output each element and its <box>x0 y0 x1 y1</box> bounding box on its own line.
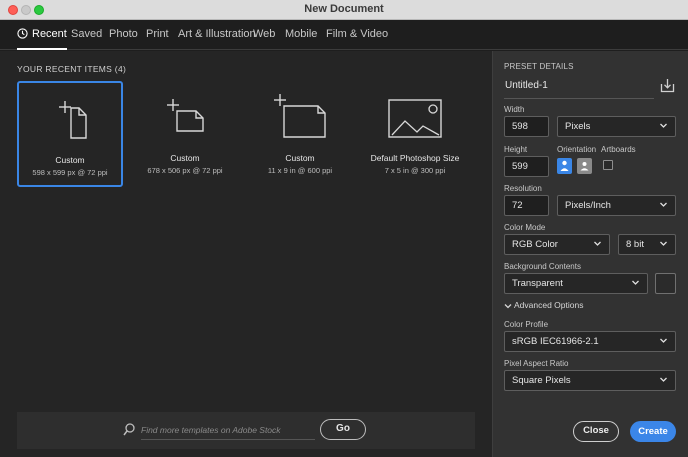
tab-print[interactable]: Print <box>146 20 169 50</box>
resolution-input[interactable]: 72 <box>504 195 549 216</box>
item-name: Default Photoshop Size <box>370 153 460 163</box>
recent-item-card[interactable]: Custom 678 x 506 px @ 72 ppi <box>132 81 238 187</box>
color-mode-label: Color Mode <box>504 223 546 232</box>
resolution-unit-value: Pixels/Inch <box>565 200 611 211</box>
chevron-down-icon <box>632 280 639 285</box>
title-bar: New Document <box>0 0 688 20</box>
category-tabs: Recent Saved Photo Print Art & Illustrat… <box>0 20 688 50</box>
color-profile-label: Color Profile <box>504 320 549 329</box>
artboards-label: Artboards <box>601 145 636 154</box>
stock-search-bar: Go <box>17 412 475 449</box>
chevron-down-icon <box>660 377 667 382</box>
background-color-swatch[interactable] <box>655 273 676 294</box>
background-contents-select[interactable]: Transparent <box>504 273 648 294</box>
artboards-checkbox[interactable] <box>603 160 613 170</box>
preset-name-field[interactable]: Untitled-1 <box>504 79 654 99</box>
color-mode-value: RGB Color <box>512 239 558 250</box>
item-name: Custom <box>55 155 85 165</box>
chevron-down-icon <box>660 123 667 128</box>
color-mode-select[interactable]: RGB Color <box>504 234 610 255</box>
go-button[interactable]: Go <box>320 419 366 440</box>
create-button[interactable]: Create <box>630 421 676 442</box>
portrait-orientation-button[interactable] <box>557 158 572 174</box>
pixel-aspect-ratio-value: Square Pixels <box>512 375 571 386</box>
width-unit-value: Pixels <box>565 121 591 132</box>
recent-item-card[interactable]: Default Photoshop Size 7 x 5 in @ 300 pp… <box>362 81 468 187</box>
tab-saved[interactable]: Saved <box>71 20 102 50</box>
tab-mobile[interactable]: Mobile <box>285 20 317 50</box>
chevron-down-icon <box>660 241 667 246</box>
tab-web[interactable]: Web <box>253 20 275 50</box>
background-contents-value: Transparent <box>512 278 563 289</box>
recent-items-area: YOUR RECENT ITEMS (4) Custom 598 x 599 p… <box>0 51 492 457</box>
tab-label: Saved <box>71 28 103 40</box>
tab-art-illustration[interactable]: Art & Illustration <box>178 20 256 50</box>
item-name: Custom <box>170 153 200 163</box>
recent-item-card[interactable]: Custom 11 x 9 in @ 600 ppi <box>247 81 353 187</box>
landscape-person-icon <box>580 162 589 171</box>
item-name: Custom <box>285 153 315 163</box>
tab-label: Film & Video <box>326 28 389 40</box>
portrait-person-icon <box>560 160 569 171</box>
landscape-orientation-button[interactable] <box>577 158 592 174</box>
chevron-down-icon <box>660 338 667 343</box>
bit-depth-value: 8 bit <box>626 239 644 250</box>
advanced-options-toggle[interactable]: Advanced Options <box>504 300 583 310</box>
item-dimensions: 598 x 599 px @ 72 ppi <box>32 168 108 177</box>
item-dimensions: 7 x 5 in @ 300 ppi <box>384 166 446 175</box>
save-preset-icon[interactable] <box>660 78 675 93</box>
search-icon <box>123 423 135 436</box>
chevron-down-icon <box>504 303 512 309</box>
recent-items-heading: YOUR RECENT ITEMS (4) <box>17 64 127 74</box>
tab-label: Recent <box>32 28 67 40</box>
width-input[interactable]: 598 <box>504 116 549 137</box>
bit-depth-select[interactable]: 8 bit <box>618 234 676 255</box>
height-label: Height <box>504 145 528 154</box>
custom-document-icon <box>167 99 204 132</box>
clock-icon <box>17 27 28 39</box>
chevron-down-icon <box>660 202 667 207</box>
background-contents-label: Background Contents <box>504 262 581 271</box>
tab-label: Art & Illustration <box>178 28 256 40</box>
color-profile-value: sRGB IEC61966-2.1 <box>512 336 599 347</box>
preset-details-panel: PRESET DETAILS Untitled-1 Width 598 Pixe… <box>492 51 688 457</box>
tab-recent[interactable]: Recent <box>17 20 67 50</box>
tab-photo[interactable]: Photo <box>109 20 138 50</box>
advanced-options-label: Advanced Options <box>514 300 584 310</box>
resolution-unit-select[interactable]: Pixels/Inch <box>557 195 676 216</box>
recent-item-card[interactable]: Custom 598 x 599 px @ 72 ppi <box>17 81 123 187</box>
tab-label: Photo <box>109 28 138 40</box>
tab-label: Mobile <box>285 28 318 40</box>
tab-label: Print <box>146 28 169 40</box>
close-button[interactable]: Close <box>573 421 619 442</box>
resolution-label: Resolution <box>504 184 542 193</box>
chevron-down-icon <box>594 241 601 246</box>
item-dimensions: 678 x 506 px @ 72 ppi <box>147 166 223 175</box>
pixel-aspect-ratio-select[interactable]: Square Pixels <box>504 370 676 391</box>
stock-search-input[interactable] <box>141 420 315 440</box>
pixel-aspect-ratio-label: Pixel Aspect Ratio <box>504 359 569 368</box>
height-input[interactable]: 599 <box>504 156 549 177</box>
tab-label: Web <box>253 28 276 40</box>
custom-document-icon <box>274 94 326 138</box>
orientation-label: Orientation <box>557 145 597 154</box>
image-icon <box>388 99 442 138</box>
tab-film-video[interactable]: Film & Video <box>326 20 388 50</box>
color-profile-select[interactable]: sRGB IEC61966-2.1 <box>504 331 676 352</box>
item-dimensions: 11 x 9 in @ 600 ppi <box>267 166 333 175</box>
window-title: New Document <box>304 3 384 15</box>
width-label: Width <box>504 105 525 114</box>
width-unit-select[interactable]: Pixels <box>557 116 676 137</box>
custom-document-icon <box>59 101 87 139</box>
preset-details-heading: PRESET DETAILS <box>504 62 574 71</box>
